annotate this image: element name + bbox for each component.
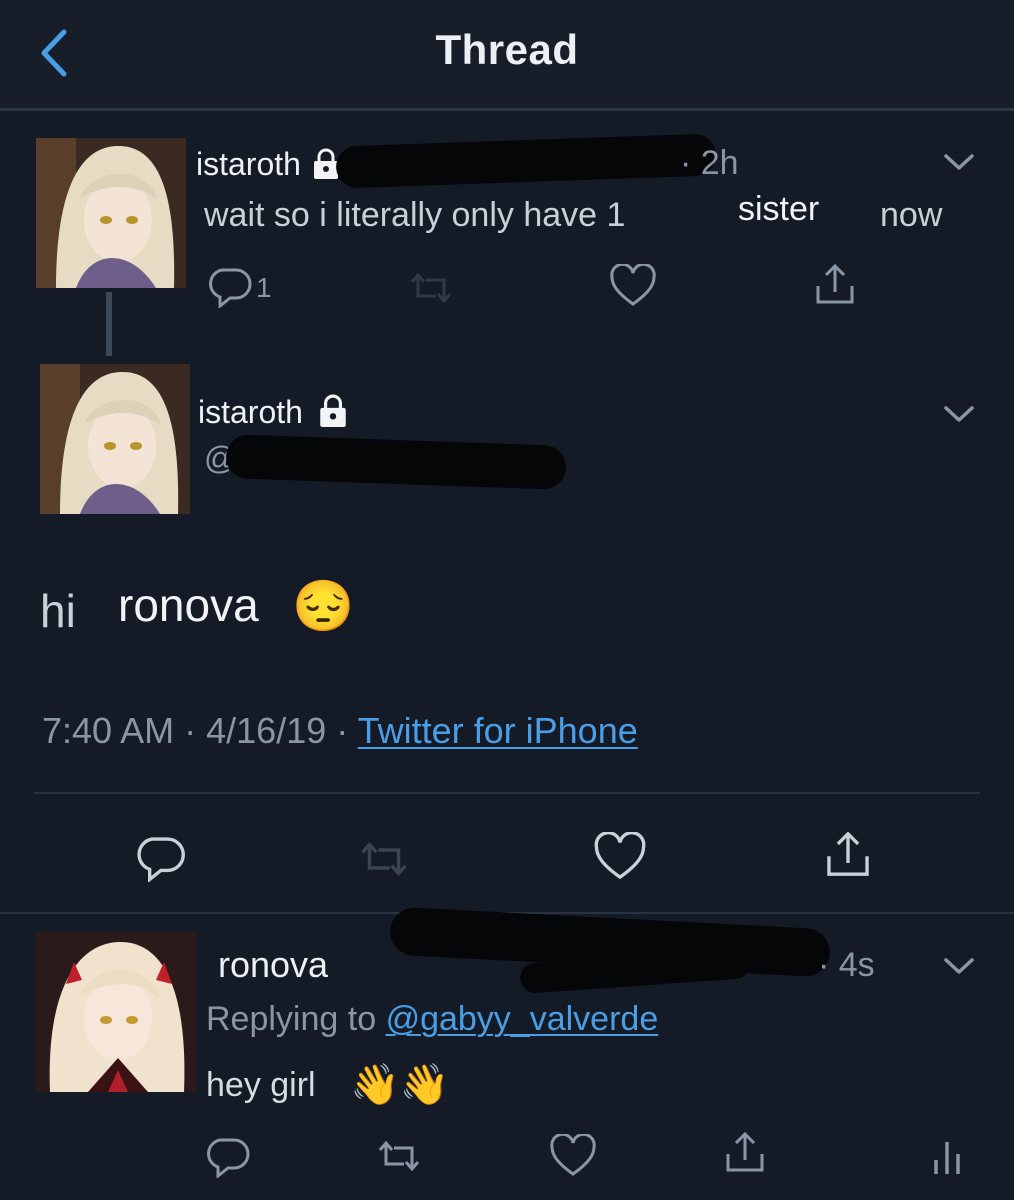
thread-connector <box>106 292 112 356</box>
reply-icon[interactable] <box>134 832 190 882</box>
meta-separator: · <box>184 710 197 751</box>
tweet-source-link[interactable]: Twitter for iPhone <box>358 710 638 751</box>
reply-icon[interactable] <box>204 1134 254 1178</box>
share-icon[interactable] <box>720 1130 770 1174</box>
tweet-age: · 2h <box>680 144 739 182</box>
tweet-text: hey girl <box>206 1066 316 1104</box>
like-icon[interactable] <box>608 264 658 308</box>
tweet-text: wait so i literally only have 1 <box>204 196 626 234</box>
tweet-time: 7:40 AM <box>42 710 175 751</box>
chevron-down-icon[interactable] <box>942 954 976 978</box>
analytics-icon[interactable] <box>922 1134 972 1178</box>
redaction-mark <box>335 133 717 189</box>
avatar[interactable] <box>40 364 190 514</box>
reply-icon[interactable] <box>206 264 256 308</box>
retweet-icon[interactable] <box>406 266 456 310</box>
meta-separator: · <box>336 710 349 751</box>
lock-icon <box>320 394 346 427</box>
header-divider <box>0 108 1014 111</box>
tweet-text-end: now <box>880 196 943 234</box>
author-name[interactable]: istaroth <box>198 394 303 431</box>
author-name[interactable]: istaroth <box>196 146 301 183</box>
page-title: Thread <box>435 26 579 73</box>
retweet-icon[interactable] <box>356 834 412 884</box>
replying-to: Replying to @gabyy_valverde <box>206 1000 658 1039</box>
avatar[interactable] <box>36 932 196 1092</box>
retweet-icon[interactable] <box>374 1134 424 1178</box>
tweet-text-emphasis: sister <box>738 190 820 228</box>
replying-to-handle[interactable]: @gabyy_valverde <box>386 1000 659 1038</box>
tweet-body-main: ronova <box>118 579 259 631</box>
author-name[interactable]: ronova <box>218 944 328 986</box>
tweet-age: · 4s <box>818 946 875 984</box>
reply-count: 1 <box>256 272 272 303</box>
waving-hands-emoji: 👋👋 <box>350 1063 450 1107</box>
replying-to-label: Replying to <box>206 1000 377 1038</box>
divider <box>34 792 980 794</box>
redaction-mark <box>225 434 567 490</box>
avatar[interactable] <box>36 138 186 288</box>
chevron-down-icon[interactable] <box>942 150 976 174</box>
share-icon[interactable] <box>810 262 860 306</box>
tweet-body-prefix: hi <box>40 585 76 637</box>
pensive-emoji: 😔 <box>292 578 355 634</box>
like-icon[interactable] <box>592 832 648 882</box>
share-icon[interactable] <box>820 828 876 880</box>
tweet-date: 4/16/19 <box>206 710 327 751</box>
like-icon[interactable] <box>548 1134 598 1178</box>
tweet-meta: 7:40 AM · 4/16/19 · Twitter for iPhone <box>42 710 638 752</box>
chevron-down-icon[interactable] <box>942 402 976 426</box>
